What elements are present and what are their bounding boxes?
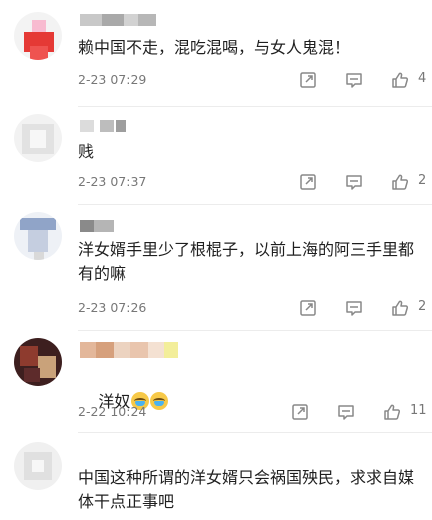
like-count: 4 (418, 71, 427, 86)
share-icon[interactable] (298, 172, 318, 192)
share-icon[interactable] (298, 70, 318, 90)
like-icon[interactable] (390, 298, 410, 318)
comment-actions: 4 (290, 70, 430, 92)
avatar[interactable] (14, 442, 62, 490)
avatar[interactable] (14, 338, 62, 386)
comment-actions: 11 (290, 402, 430, 424)
comment-text: 中国这种所谓的洋女婿只会祸国殃民，求求自媒体干点正事吧 (78, 468, 415, 511)
comment-item: 洋奴 2-22 10:24 11 (0, 332, 432, 434)
comment-timestamp: 2-22 10:24 (78, 404, 147, 419)
comment-actions: 2 (290, 298, 430, 320)
comment-text: 洋女婿手里少了根棍子，以前上海的阿三手里都有的嘛 (78, 240, 415, 283)
like-count: 2 (418, 173, 427, 188)
comment-item: 贱 2-23 07:37 2 (0, 108, 432, 208)
avatar[interactable] (14, 114, 62, 162)
comment-icon[interactable] (344, 298, 364, 318)
divider (78, 204, 432, 205)
like-icon[interactable] (382, 402, 402, 422)
crying-emoji-icon (150, 392, 169, 410)
comment-item: 洋女婿手里少了根棍子，以前上海的阿三手里都有的嘛 2-23 07:26 2 (0, 206, 432, 332)
comment-item: 中国这种所谓的洋女婿只会祸国殃民，求求自媒体干点正事吧 (0, 434, 432, 520)
comment-timestamp: 2-23 07:29 (78, 72, 147, 87)
share-icon[interactable] (298, 298, 318, 318)
comment-item: 赖中国不走，混吃混喝，与女人鬼混！ 2-23 07:29 4 (0, 0, 432, 110)
like-count: 2 (418, 299, 427, 314)
comment-icon[interactable] (336, 402, 356, 422)
like-count: 11 (410, 403, 427, 418)
comment-icon[interactable] (344, 172, 364, 192)
divider (78, 432, 432, 433)
comment-icon[interactable] (344, 70, 364, 90)
avatar[interactable] (14, 12, 62, 60)
share-icon[interactable] (290, 402, 310, 422)
comment-text: 贱 (78, 142, 95, 161)
divider (78, 106, 432, 107)
avatar[interactable] (14, 212, 62, 260)
like-icon[interactable] (390, 70, 410, 90)
comment-text: 赖中国不走，混吃混喝，与女人鬼混！ (78, 38, 351, 57)
like-icon[interactable] (390, 172, 410, 192)
comment-actions: 2 (290, 172, 430, 194)
comment-timestamp: 2-23 07:26 (78, 300, 147, 315)
divider (78, 330, 432, 331)
comment-timestamp: 2-23 07:37 (78, 174, 147, 189)
